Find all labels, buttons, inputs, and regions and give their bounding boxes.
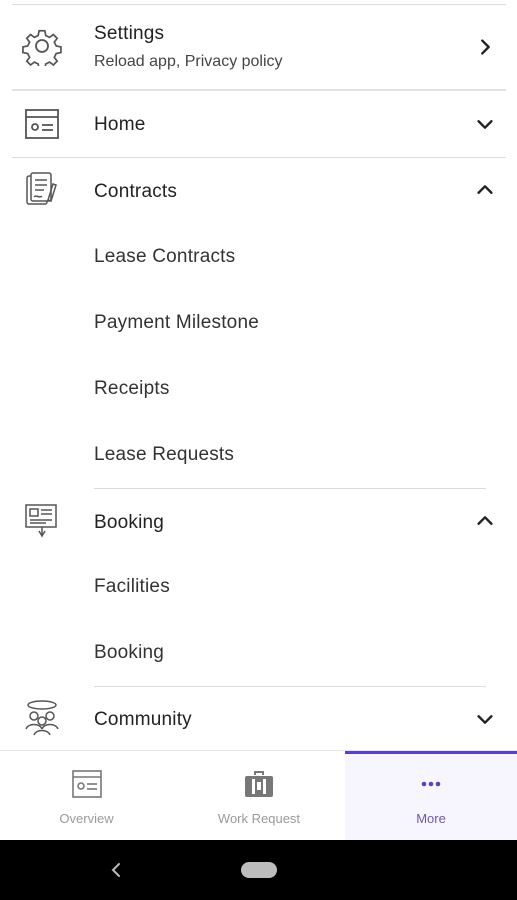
more-dots-icon [414, 767, 448, 801]
submenu-item-receipts[interactable]: Receipts [94, 378, 170, 400]
bottom-navigation: Overview Work Request More [0, 750, 517, 841]
more-menu: Settings Reload app, Privacy policy Home [0, 0, 517, 750]
divider [12, 4, 506, 5]
submenu-item-lease-contracts[interactable]: Lease Contracts [94, 246, 235, 268]
submenu-item-lease-requests[interactable]: Lease Requests [94, 444, 234, 466]
id-card-icon [22, 104, 62, 144]
nav-tab-overview-label: Overview [59, 811, 114, 826]
id-card-icon [70, 767, 104, 801]
settings-label: Settings [94, 23, 165, 44]
booking-board-icon [22, 501, 62, 541]
nav-tab-overview[interactable]: Overview [0, 751, 173, 841]
booking-label: Booking [94, 512, 165, 533]
system-navigation-bar [0, 840, 517, 900]
contract-document-icon [22, 170, 62, 210]
home-pill-icon[interactable] [241, 862, 277, 878]
submenu-item-facilities[interactable]: Facilities [94, 576, 170, 598]
contracts-row[interactable]: Contracts [0, 158, 517, 224]
submenu-item-booking[interactable]: Booking [94, 642, 164, 664]
settings-row[interactable]: Settings Reload app, Privacy policy [0, 6, 517, 88]
back-chevron-icon[interactable] [106, 856, 126, 884]
chevron-right-icon [474, 36, 496, 58]
chevron-up-icon [474, 510, 496, 532]
nav-tab-more-label: More [416, 811, 446, 826]
nav-tab-more[interactable]: More [345, 751, 517, 841]
community-row[interactable]: Community [0, 687, 517, 750]
booking-row[interactable]: Booking [0, 489, 517, 555]
community-label: Community [94, 709, 192, 730]
contracts-label: Contracts [94, 181, 178, 202]
chevron-down-icon [474, 708, 496, 730]
home-label: Home [94, 114, 146, 135]
chevron-down-icon [474, 113, 496, 135]
chevron-up-icon [474, 179, 496, 201]
nav-tab-work-request-label: Work Request [217, 811, 301, 826]
nav-tab-work-request[interactable]: Work Request [173, 751, 345, 841]
toolbox-icon [242, 767, 276, 801]
community-people-icon [22, 699, 62, 739]
app-screen: Settings Reload app, Privacy policy Home [0, 0, 517, 900]
gear-icon [22, 26, 62, 70]
submenu-item-payment-milestone[interactable]: Payment Milestone [94, 312, 259, 334]
home-row[interactable]: Home [0, 91, 517, 157]
settings-sublabel: Reload app, Privacy policy [94, 53, 283, 70]
